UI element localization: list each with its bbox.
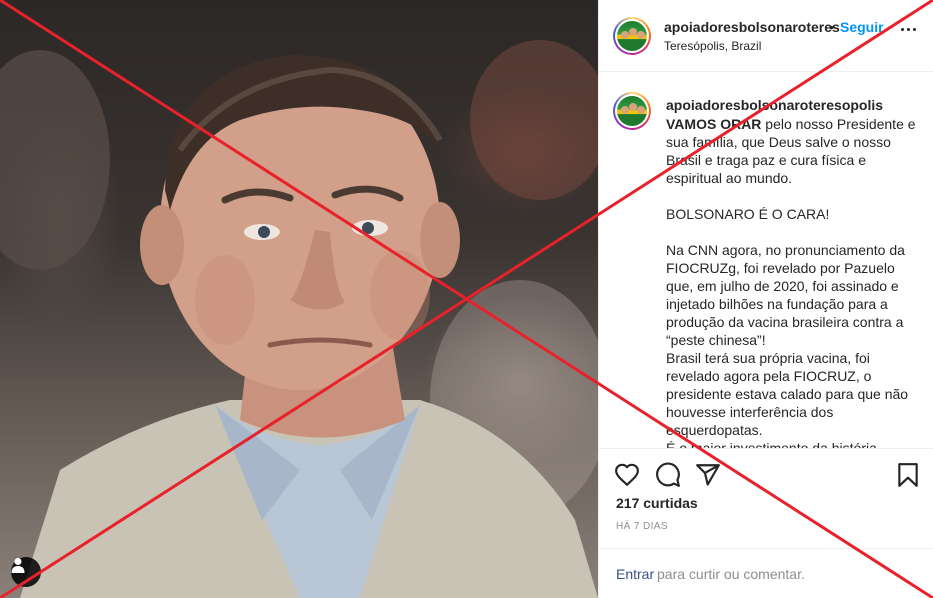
user-tag-icon <box>11 558 25 573</box>
post-location[interactable]: Teresópolis, Brazil <box>664 39 761 53</box>
caption-text: VAMOS ORAR pelo nosso Presidente e sua f… <box>666 115 916 448</box>
caption-lead: VAMOS ORAR <box>666 116 762 132</box>
bookmark-icon[interactable] <box>895 462 921 488</box>
caption-username[interactable]: apoiadoresbolsonaroteresopolis <box>666 97 883 113</box>
user-tag-button[interactable] <box>11 557 41 587</box>
comment-bubble-icon[interactable] <box>655 462 681 488</box>
caption-body: pelo nosso Presidente e sua família, que… <box>666 116 916 448</box>
header-username[interactable]: apoiadoresbolsonaroteres <box>664 19 840 35</box>
ellipsis-icon[interactable] <box>901 28 916 31</box>
person-portrait-illustration <box>0 40 598 598</box>
post-sidebar: apoiadoresbolsonaroteres • Seguir Teresó… <box>598 0 933 598</box>
caption-avatar[interactable] <box>613 92 651 130</box>
post-actions: 217 curtidas HÁ 7 DIAS <box>599 448 933 548</box>
paper-plane-icon[interactable] <box>695 462 721 488</box>
login-link[interactable]: Entrar <box>616 566 654 582</box>
comment-prompt: para curtir ou comentar. <box>657 566 805 582</box>
post-photo[interactable] <box>0 0 598 598</box>
profile-avatar[interactable] <box>613 17 651 55</box>
follow-button[interactable]: Seguir <box>840 19 884 35</box>
caption-area: apoiadoresbolsonaroteresopolis VAMOS ORA… <box>599 73 933 448</box>
heart-icon[interactable] <box>614 462 640 488</box>
post-time-ago[interactable]: HÁ 7 DIAS <box>616 521 668 532</box>
post-header: apoiadoresbolsonaroteres • Seguir Teresó… <box>599 0 933 72</box>
likes-count[interactable]: 217 curtidas <box>616 495 698 511</box>
header-separator: • <box>829 19 834 35</box>
comment-bar: Entrar para curtir ou comentar. <box>599 548 933 598</box>
